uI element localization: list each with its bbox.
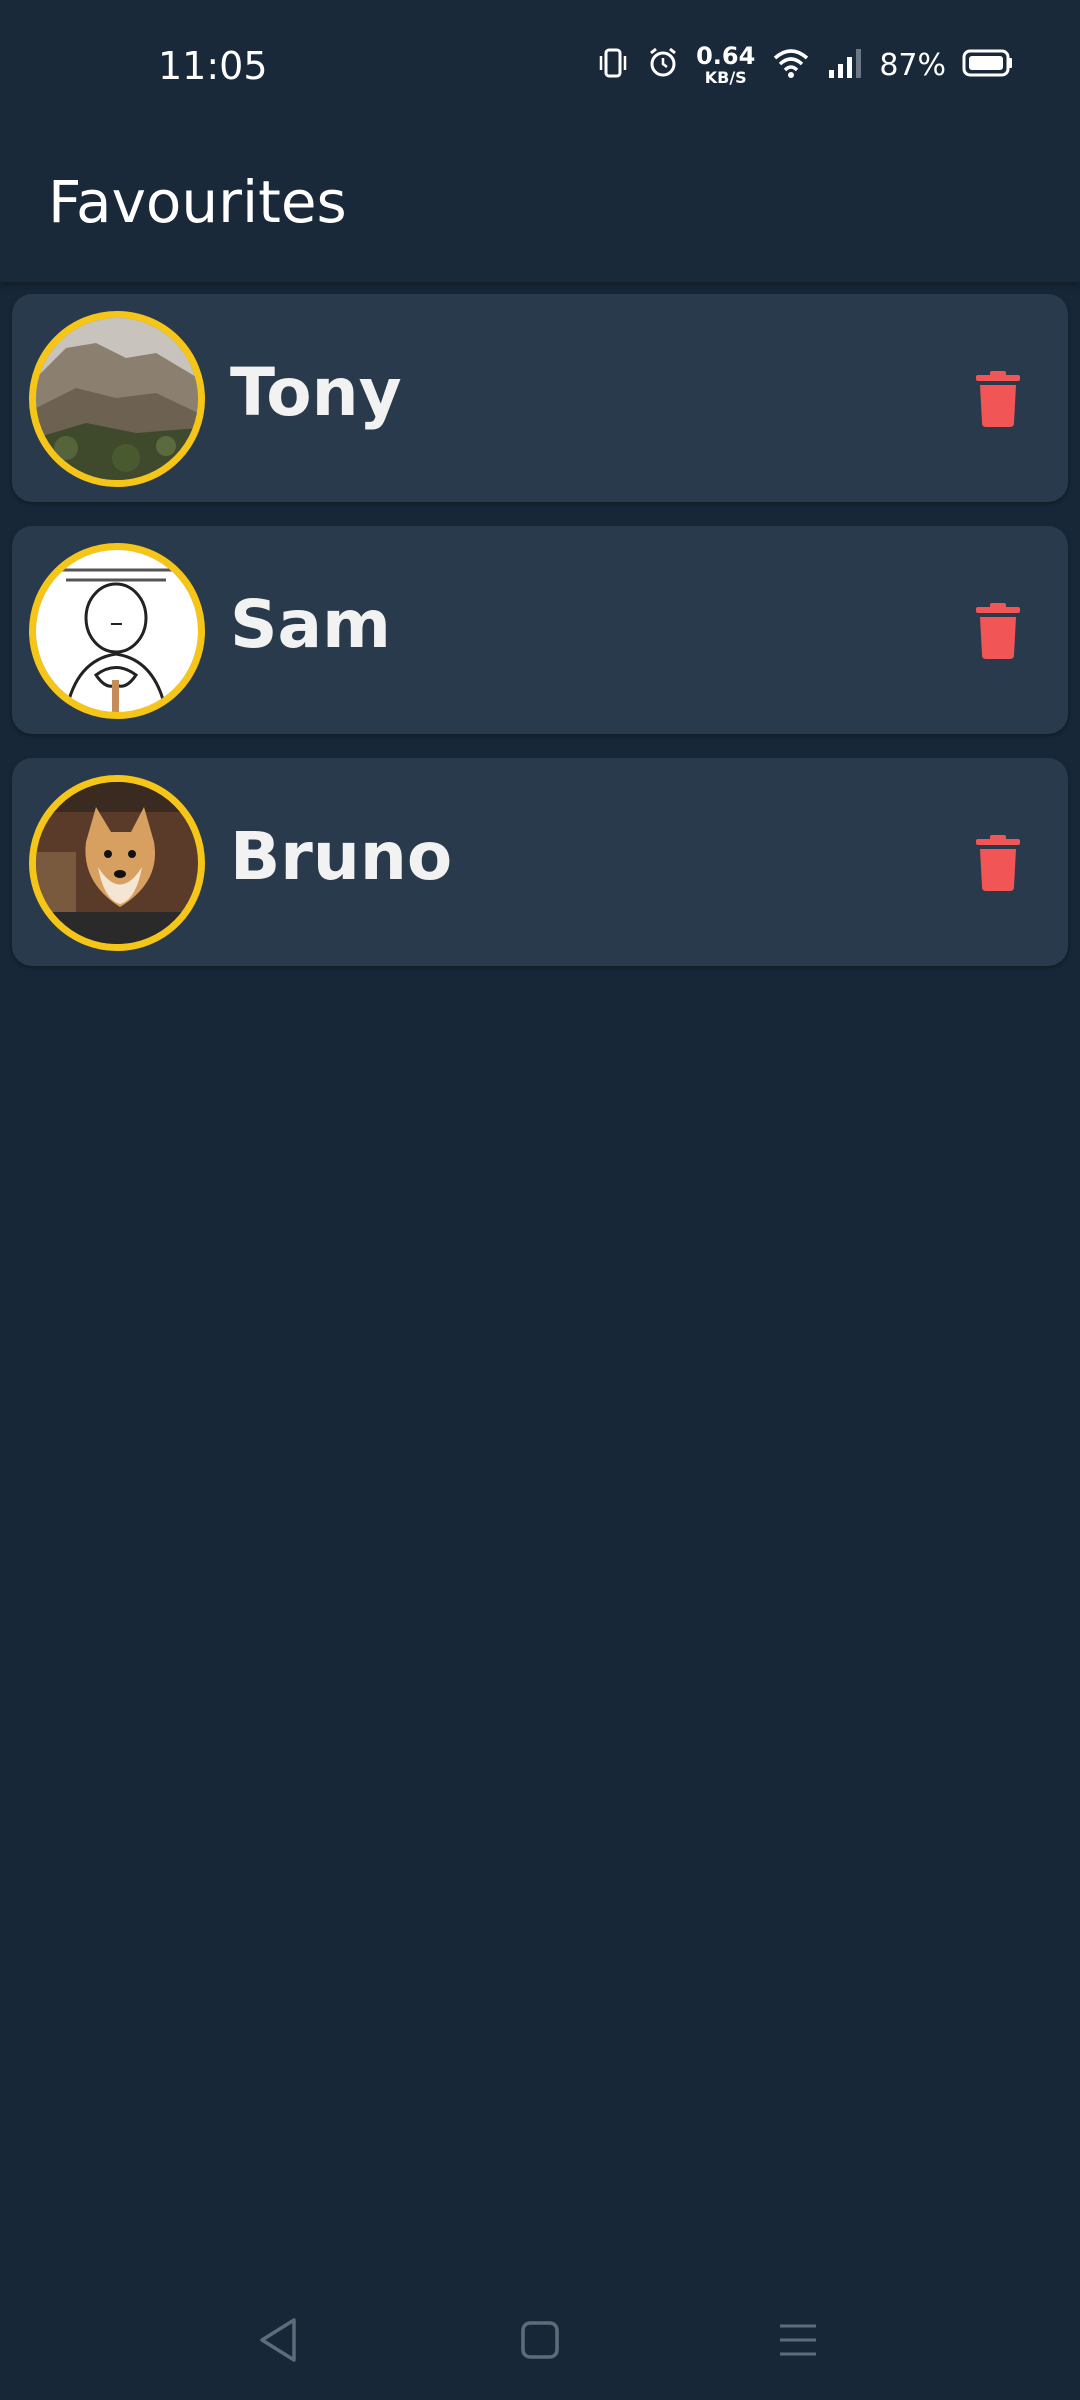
favourite-card-tony[interactable]: Tony bbox=[12, 294, 1068, 502]
home-icon bbox=[521, 2321, 559, 2359]
recents-icon bbox=[780, 2324, 816, 2356]
signal-icon bbox=[827, 46, 863, 85]
net-speed-unit: KB/S bbox=[704, 68, 747, 87]
delete-button[interactable] bbox=[968, 596, 1028, 666]
trash-icon bbox=[976, 371, 1020, 427]
trash-icon bbox=[976, 835, 1020, 891]
vibrate-icon bbox=[596, 46, 630, 85]
back-icon bbox=[260, 2318, 296, 2362]
navigation-bar bbox=[0, 2270, 1080, 2400]
app-bar: Favourites bbox=[0, 130, 1080, 282]
delete-button[interactable] bbox=[968, 364, 1028, 434]
trash-icon bbox=[976, 603, 1020, 659]
net-speed: 0.64 KB/S bbox=[696, 44, 755, 86]
status-icons: 0.64 KB/S 87% bbox=[596, 40, 1014, 90]
recents-button[interactable] bbox=[768, 2310, 828, 2370]
status-bar: 11:05 0.64 KB/S 87% bbox=[0, 0, 1080, 130]
avatar-tony bbox=[29, 311, 205, 487]
avatar-sam bbox=[29, 543, 205, 719]
avatar-bruno bbox=[29, 775, 205, 951]
delete-button[interactable] bbox=[968, 828, 1028, 898]
favourites-list: Tony Sam Bruno bbox=[12, 294, 1068, 990]
battery-icon bbox=[962, 48, 1014, 83]
page-title: Favourites bbox=[48, 168, 347, 236]
back-button[interactable] bbox=[248, 2310, 308, 2370]
favourite-name: Bruno bbox=[230, 818, 453, 895]
battery-percent: 87% bbox=[879, 47, 946, 83]
status-time: 11:05 bbox=[158, 44, 268, 88]
alarm-icon bbox=[646, 46, 680, 85]
favourite-name: Tony bbox=[230, 354, 402, 431]
favourite-card-sam[interactable]: Sam bbox=[12, 526, 1068, 734]
home-button[interactable] bbox=[510, 2310, 570, 2370]
favourite-card-bruno[interactable]: Bruno bbox=[12, 758, 1068, 966]
screen: 11:05 0.64 KB/S 87% Favourites Tony Sam … bbox=[0, 0, 1080, 2400]
favourite-name: Sam bbox=[230, 586, 391, 663]
net-speed-value: 0.64 bbox=[696, 42, 756, 70]
wifi-icon bbox=[771, 46, 811, 85]
